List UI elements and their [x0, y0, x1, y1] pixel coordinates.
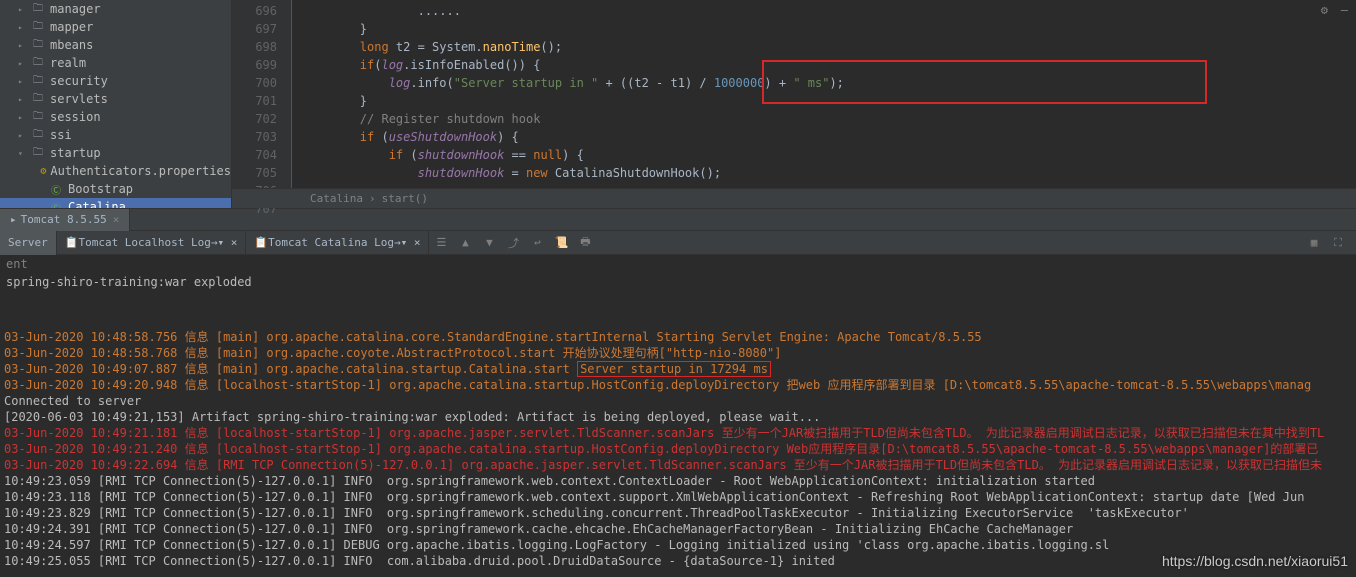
tree-item-ssi[interactable]: ▸🗀ssi: [0, 126, 231, 144]
tree-item-Catalina[interactable]: ⒸCatalina: [0, 198, 231, 208]
console-output[interactable]: 03-Jun-2020 10:48:58.756 信息 [main] org.a…: [0, 323, 1356, 569]
code-line-699[interactable]: long t2 = System.nanoTime();: [302, 38, 1356, 56]
code-line-704[interactable]: // Register shutdown hook: [302, 110, 1356, 128]
log-line: 10:49:25.055 [RMI TCP Connection(5)-127.…: [4, 553, 1352, 569]
status-line: ent: [0, 255, 1356, 273]
scroll-icon[interactable]: 📜: [549, 231, 573, 255]
tree-item-startup[interactable]: ▾🗀startup: [0, 144, 231, 162]
gutter: 696697698699700701702703704705706707: [232, 0, 292, 208]
code-line-702[interactable]: }: [302, 92, 1356, 110]
run-panel: ▸ Tomcat 8.5.55 × ⚙ — Server 📋 Tomcat Lo…: [0, 208, 1356, 569]
tree-item-Authenticators.properties[interactable]: ⚙Authenticators.properties: [0, 162, 231, 180]
up-icon[interactable]: ▲: [453, 231, 477, 255]
watermark: https://blog.csdn.net/xiaorui51: [1162, 553, 1348, 569]
code-line-706[interactable]: if (shutdownHook == null) {: [302, 146, 1356, 164]
log-line: 03-Jun-2020 10:49:22.694 信息 [RMI TCP Con…: [4, 457, 1352, 473]
tree-item-mbeans[interactable]: ▸🗀mbeans: [0, 36, 231, 54]
code-line-696[interactable]: ......: [302, 2, 1356, 20]
run-tab-tomcat[interactable]: ▸ Tomcat 8.5.55 ×: [0, 209, 130, 231]
code-line-705[interactable]: if (useShutdownHook) {: [302, 128, 1356, 146]
log-line: 10:49:24.391 [RMI TCP Connection(5)-127.…: [4, 521, 1352, 537]
export-icon[interactable]: ⤴: [501, 231, 525, 255]
log-line: 03-Jun-2020 10:49:07.887 信息 [main] org.a…: [4, 361, 1352, 377]
code-line-701[interactable]: log.info("Server startup in " + ((t2 - t…: [302, 74, 1356, 92]
layout-icon[interactable]: ▦: [1302, 231, 1326, 255]
tree-item-mapper[interactable]: ▸🗀mapper: [0, 18, 231, 36]
code-area[interactable]: ...... } long t2 = System.nanoTime(); if…: [292, 0, 1356, 208]
tab-catalina-log[interactable]: 📋 Tomcat Catalina Log →▾ ×: [246, 231, 429, 255]
wrap-icon[interactable]: ↩: [525, 231, 549, 255]
tomcat-icon: ▸: [10, 213, 17, 226]
breadcrumb-class[interactable]: Catalina: [310, 192, 363, 205]
breadcrumb-method[interactable]: start(): [382, 192, 428, 205]
log-line: 03-Jun-2020 10:49:21.181 信息 [localhost-s…: [4, 425, 1352, 441]
minimize-icon[interactable]: —: [1341, 3, 1348, 17]
code-line-697[interactable]: }: [302, 20, 1356, 38]
project-tree[interactable]: ▸🗀manager▸🗀mapper▸🗀mbeans▸🗀realm▸🗀securi…: [0, 0, 232, 208]
code-line-700[interactable]: if(log.isInfoEnabled()) {: [302, 56, 1356, 74]
log-line: 10:49:23.118 [RMI TCP Connection(5)-127.…: [4, 489, 1352, 505]
gear-icon[interactable]: ⚙: [1321, 3, 1328, 17]
tree-item-session[interactable]: ▸🗀session: [0, 108, 231, 126]
tree-item-realm[interactable]: ▸🗀realm: [0, 54, 231, 72]
tree-item-manager[interactable]: ▸🗀manager: [0, 0, 231, 18]
log-line: 03-Jun-2020 10:48:58.756 信息 [main] org.a…: [4, 329, 1352, 345]
run-toolbar: Server 📋 Tomcat Localhost Log →▾ × 📋 Tom…: [0, 231, 1356, 255]
log-line: 10:49:24.597 [RMI TCP Connection(5)-127.…: [4, 537, 1352, 553]
artifact-line: spring-shiro-training:war exploded: [0, 273, 1356, 291]
tab-server[interactable]: Server: [0, 231, 57, 255]
code-editor[interactable]: 696697698699700701702703704705706707 ...…: [232, 0, 1356, 208]
filter-icon[interactable]: ☰: [429, 231, 453, 255]
expand-icon[interactable]: ⛶: [1326, 231, 1350, 255]
log-line: 10:49:23.059 [RMI TCP Connection(5)-127.…: [4, 473, 1352, 489]
log-line: Connected to server: [4, 393, 1352, 409]
log-line: 10:49:23.829 [RMI TCP Connection(5)-127.…: [4, 505, 1352, 521]
tree-item-Bootstrap[interactable]: ⒸBootstrap: [0, 180, 231, 198]
tab-localhost-log[interactable]: 📋 Tomcat Localhost Log →▾ ×: [57, 231, 247, 255]
print-icon[interactable]: 🖶: [573, 231, 597, 255]
code-line-707[interactable]: shutdownHook = new CatalinaShutdownHook(…: [302, 164, 1356, 182]
breadcrumb[interactable]: Catalina › start(): [232, 188, 1356, 208]
down-icon[interactable]: ▼: [477, 231, 501, 255]
log-line: 03-Jun-2020 10:48:58.768 信息 [main] org.a…: [4, 345, 1352, 361]
log-line: [2020-06-03 10:49:21,153] Artifact sprin…: [4, 409, 1352, 425]
log-line: 03-Jun-2020 10:49:21.240 信息 [localhost-s…: [4, 441, 1352, 457]
tree-item-security[interactable]: ▸🗀security: [0, 72, 231, 90]
run-tabs: ▸ Tomcat 8.5.55 × ⚙ —: [0, 209, 1356, 231]
tree-item-servlets[interactable]: ▸🗀servlets: [0, 90, 231, 108]
close-icon[interactable]: ×: [113, 213, 120, 226]
log-line: 03-Jun-2020 10:49:20.948 信息 [localhost-s…: [4, 377, 1352, 393]
